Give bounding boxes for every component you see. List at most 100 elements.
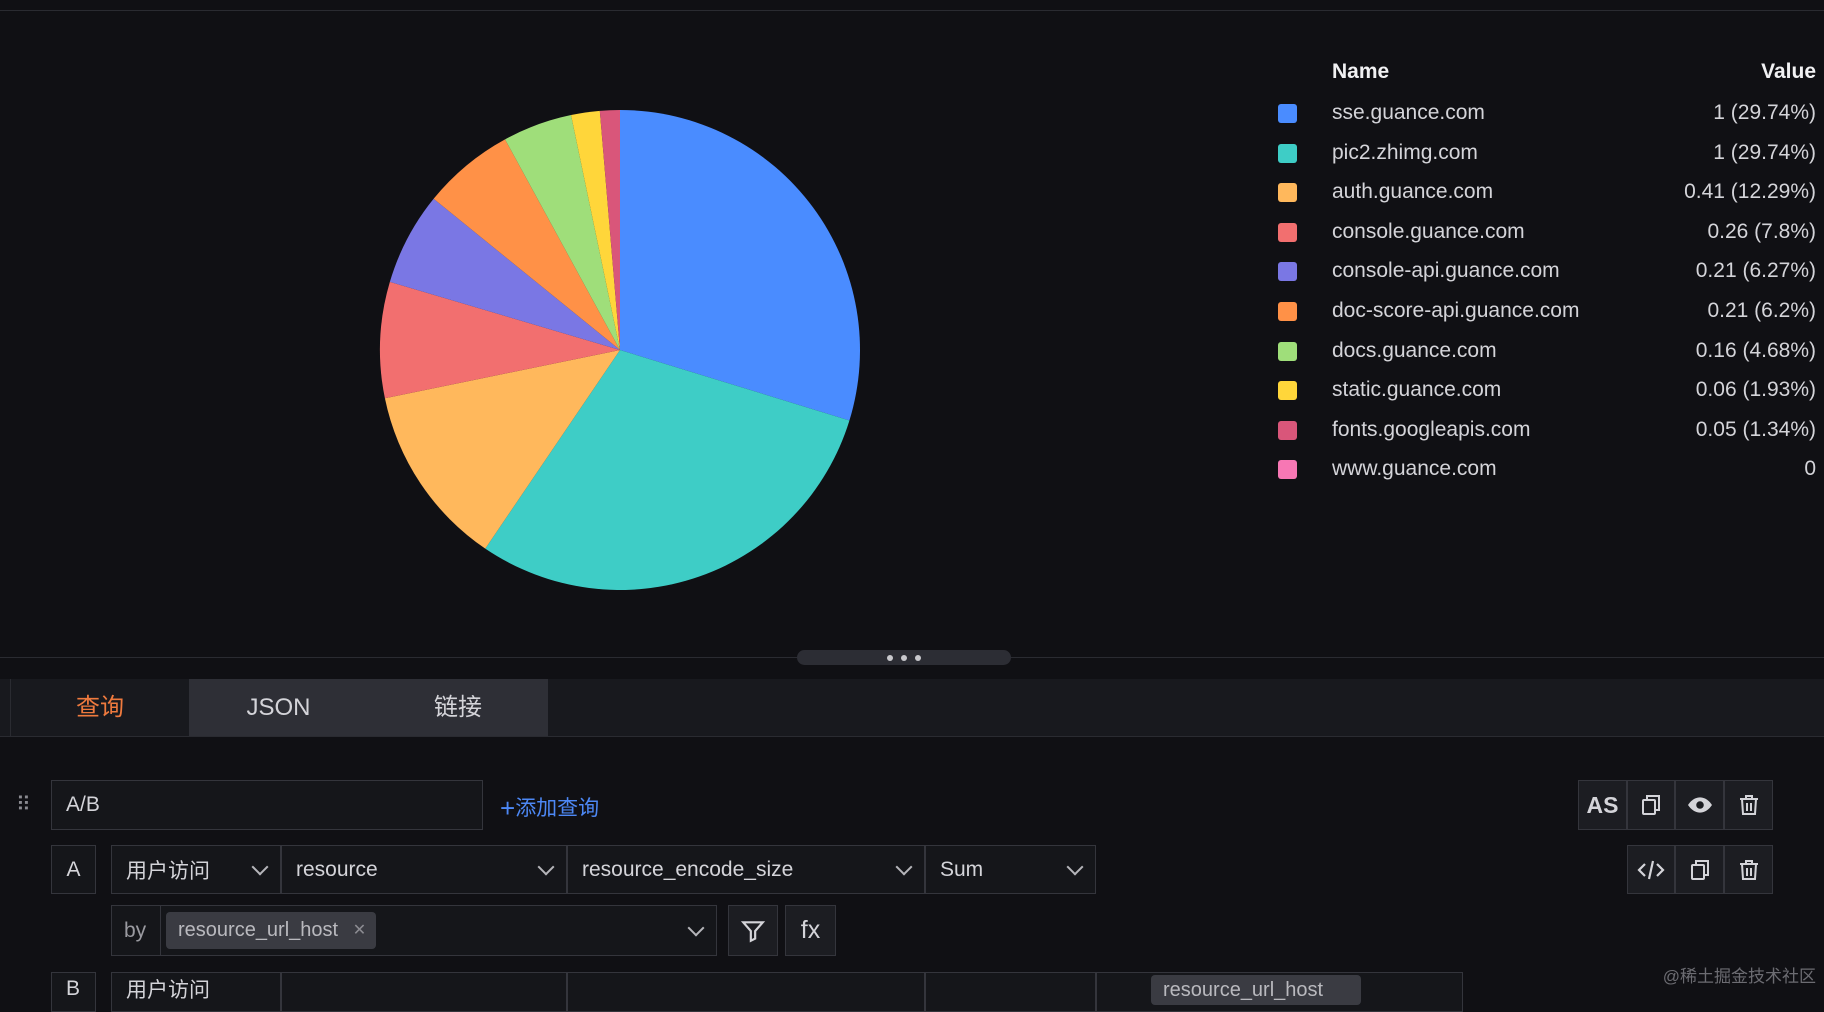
query-b-label: B: [51, 972, 96, 1012]
chevron-down-icon: [251, 858, 269, 875]
tab-link[interactable]: 链接: [368, 679, 548, 736]
group-by-tag-label-b: resource_url_host: [1163, 979, 1324, 1001]
legend-label: fonts.googleapis.com: [1332, 417, 1531, 441]
group-by-tag-b[interactable]: resource_url_host: [1151, 975, 1362, 1005]
measurement-select-b[interactable]: [281, 972, 567, 1012]
handle-dot: [901, 655, 907, 661]
group-by-select-b[interactable]: resource_url_host: [1096, 972, 1463, 1012]
close-icon[interactable]: ✕: [353, 912, 366, 949]
legend-label: static.guance.com: [1332, 378, 1502, 402]
legend-item[interactable]: sse.guance.com 1 (29.74%): [1270, 88, 1820, 128]
formula-input[interactable]: A/B: [51, 780, 483, 830]
chevron-down-icon: [537, 858, 555, 875]
code-view-button[interactable]: [1627, 845, 1675, 894]
source-select-b[interactable]: 用户访问: [111, 972, 281, 1012]
legend-swatch: [1278, 341, 1297, 361]
legend-header-name: Name: [1332, 60, 1390, 83]
copy-button[interactable]: [1627, 780, 1675, 830]
chevron-down-icon: [1066, 858, 1084, 875]
resize-handle[interactable]: [797, 650, 1011, 665]
toggle-visibility-button[interactable]: [1675, 780, 1724, 830]
code-icon: [1637, 860, 1665, 879]
legend-value: 0.41 (12.29%): [1684, 180, 1816, 204]
aggregation-select-b[interactable]: [925, 972, 1096, 1012]
query-a-letter: A: [66, 857, 81, 881]
field-select[interactable]: resource_encode_size: [567, 845, 925, 894]
trash-icon: [1739, 795, 1758, 815]
group-by-select[interactable]: by resource_url_host ✕: [111, 905, 717, 956]
legend-label: doc-score-api.guance.com: [1332, 298, 1580, 322]
legend-swatch: [1278, 262, 1297, 282]
copy-icon: [1690, 859, 1709, 880]
as-button[interactable]: AS: [1578, 780, 1627, 830]
aggregation-select[interactable]: Sum: [925, 845, 1096, 894]
legend-item[interactable]: docs.guance.com 0.16 (4.68%): [1270, 326, 1820, 366]
legend-value: 1 (29.74%): [1713, 101, 1816, 124]
field-select-b[interactable]: [567, 972, 925, 1012]
filter-icon: [740, 920, 766, 943]
legend-label: sse.guance.com: [1332, 101, 1485, 124]
delete-query-button[interactable]: [1724, 845, 1773, 894]
measurement-select[interactable]: resource: [281, 845, 567, 894]
by-label: by: [124, 918, 147, 942]
filter-button[interactable]: [728, 905, 778, 956]
legend-label: auth.guance.com: [1332, 180, 1494, 204]
legend-header: Name Value: [1270, 58, 1820, 88]
measurement-value: resource: [296, 857, 378, 881]
legend-item[interactable]: console.guance.com 0.26 (7.8%): [1270, 207, 1820, 247]
drag-handle-icon[interactable]: ⠿: [16, 792, 31, 817]
editor-tab-bar: 查询 JSON 链接: [0, 679, 1824, 737]
legend-item[interactable]: fonts.googleapis.com 0.05 (1.34%): [1270, 405, 1820, 445]
group-by-tag[interactable]: resource_url_host ✕: [166, 912, 377, 949]
legend-swatch: [1278, 420, 1297, 440]
legend-swatch: [1278, 183, 1297, 203]
copy-query-button[interactable]: [1675, 845, 1724, 894]
legend-item[interactable]: pic2.zhimg.com 1 (29.74%): [1270, 128, 1820, 168]
top-divider: [0, 10, 1824, 11]
add-query-button[interactable]: +添加查询: [500, 792, 599, 824]
query-b-letter: B: [66, 977, 81, 1000]
legend-value: 0.21 (6.2%): [1707, 298, 1816, 322]
function-button[interactable]: fx: [785, 905, 836, 956]
legend-label: console-api.guance.com: [1332, 259, 1560, 283]
tab-json[interactable]: JSON: [189, 679, 368, 736]
legend-value: 0: [1804, 457, 1816, 481]
chevron-down-icon: [687, 919, 705, 936]
copy-icon: [1642, 795, 1660, 815]
legend-item[interactable]: www.guance.com 0: [1270, 444, 1820, 484]
formula-value: A/B: [66, 793, 100, 816]
chart-legend: Name Value sse.guance.com 1 (29.74%) pic2.…: [1270, 58, 1820, 484]
legend-rows: sse.guance.com 1 (29.74%) pic2.zhimg.com 1 …: [1270, 88, 1820, 484]
source-value: 用户访问: [126, 859, 210, 883]
legend-swatch: [1278, 143, 1297, 163]
fx-label: fx: [800, 916, 821, 944]
legend-swatch: [1278, 222, 1297, 242]
legend-label: www.guance.com: [1332, 457, 1497, 481]
legend-value: 0.06 (1.93%): [1695, 378, 1816, 402]
legend-item[interactable]: auth.guance.com 0.41 (12.29%): [1270, 167, 1820, 207]
legend-value: 1 (29.74%): [1713, 140, 1816, 164]
legend-swatch: [1278, 381, 1297, 401]
legend-label: docs.guance.com: [1332, 338, 1497, 362]
query-a-label: A: [51, 845, 96, 894]
delete-button[interactable]: [1724, 780, 1773, 830]
plus-icon: +: [500, 793, 516, 823]
legend-item[interactable]: doc-score-api.guance.com 0.21 (6.2%): [1270, 286, 1820, 326]
legend-value: 0.16 (4.68%): [1695, 338, 1816, 362]
legend-swatch: [1278, 460, 1297, 480]
field-value: resource_encode_size: [582, 857, 794, 881]
source-select[interactable]: 用户访问: [111, 845, 281, 894]
legend-label: pic2.zhimg.com: [1332, 140, 1478, 164]
handle-dot: [887, 655, 893, 661]
as-label: AS: [1586, 791, 1619, 818]
legend-label: console.guance.com: [1332, 219, 1525, 243]
trash-icon: [1739, 859, 1758, 880]
legend-swatch: [1278, 104, 1297, 123]
tab-query[interactable]: 查询: [11, 679, 189, 736]
handle-dot: [915, 655, 921, 661]
legend-item[interactable]: console-api.guance.com 0.21 (6.27%): [1270, 246, 1820, 286]
add-query-label: 添加查询: [515, 797, 600, 820]
legend-item[interactable]: static.guance.com 0.06 (1.93%): [1270, 365, 1820, 405]
pie-chart: [380, 110, 860, 590]
source-value-b: 用户访问: [126, 979, 210, 1002]
